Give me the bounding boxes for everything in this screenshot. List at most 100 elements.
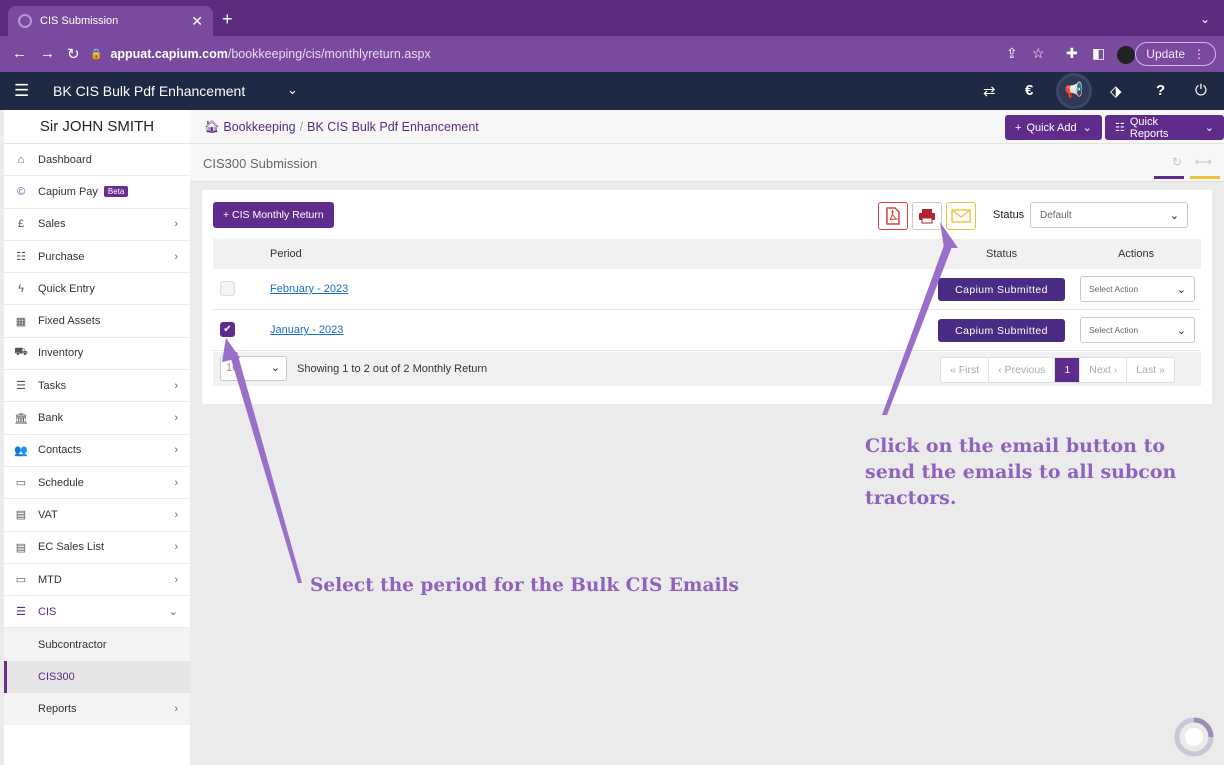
- chevron-right-icon: ›: [174, 573, 178, 586]
- list-icon: ☷: [1115, 122, 1125, 134]
- extensions-icon[interactable]: ✚: [1066, 45, 1078, 62]
- building-icon: ▦: [15, 315, 27, 328]
- side-panel-icon[interactable]: ◧: [1092, 45, 1105, 62]
- expand-icon[interactable]: ⟷: [1195, 155, 1212, 169]
- help-icon[interactable]: ?: [1156, 82, 1165, 99]
- switch-icon[interactable]: ⇄: [983, 82, 996, 100]
- row-checkbox[interactable]: [220, 281, 235, 296]
- browser-address-bar: ← → ↻ 🔒 appuat.capium.com/bookkeeping/ci…: [0, 36, 1224, 72]
- chevron-right-icon: ›: [174, 476, 178, 489]
- table-footer: 10 ⌄ Showing 1 to 2 out of 2 Monthly Ret…: [213, 352, 1201, 386]
- sidebar-item-label: Contacts: [38, 444, 82, 457]
- calendar-icon: ▭: [15, 477, 27, 490]
- tasks-icon: ☰: [16, 380, 26, 393]
- per-page-select[interactable]: 10 ⌄: [220, 356, 287, 381]
- megaphone-icon[interactable]: 📢: [1059, 76, 1089, 106]
- update-button[interactable]: Update ⋮: [1135, 42, 1216, 66]
- sidebar-item-cis[interactable]: ☰ CIS ⌄: [4, 596, 190, 629]
- reload-icon[interactable]: ↻: [67, 45, 80, 63]
- breadcrumb-separator: /: [299, 120, 304, 134]
- sidebar-item-sales[interactable]: £ Sales ›: [4, 209, 190, 241]
- back-icon[interactable]: ←: [12, 45, 27, 62]
- browser-tab[interactable]: CIS Submission ✕: [8, 6, 213, 36]
- company-name[interactable]: BK CIS Bulk Pdf Enhancement: [53, 83, 245, 99]
- pager-last[interactable]: Last »: [1127, 358, 1174, 382]
- pager-previous[interactable]: ‹ Previous: [989, 358, 1056, 382]
- print-button[interactable]: [912, 202, 942, 230]
- sidebar-item-bank[interactable]: 🏛 Bank ›: [4, 402, 190, 435]
- pager-first[interactable]: « First: [941, 358, 990, 382]
- refresh-icon[interactable]: ↻: [1172, 155, 1182, 169]
- envelope-icon: [951, 209, 971, 223]
- quick-add-button[interactable]: + Quick Add ⌄: [1005, 115, 1102, 140]
- sidebar-item-fixed-assets[interactable]: ▦ Fixed Assets: [4, 305, 190, 338]
- sidebar-item-schedule[interactable]: ▭ Schedule ›: [4, 467, 190, 500]
- status-filter-value: Default: [1040, 209, 1072, 221]
- sidebar-item-label: Reports: [38, 703, 77, 716]
- hamburger-menu-icon[interactable]: ☰: [14, 81, 29, 101]
- action-select-value: Select Action: [1089, 325, 1139, 335]
- sidebar-item-contacts[interactable]: 👥 Contacts ›: [4, 435, 190, 467]
- pager-next[interactable]: Next ›: [1080, 358, 1128, 382]
- sidebar-item-capium-pay[interactable]: © Capium Pay Beta: [4, 176, 190, 209]
- update-label: Update: [1146, 47, 1185, 61]
- sidebar-item-quick-entry[interactable]: ϟ Quick Entry: [4, 273, 190, 306]
- status-badge: Capium Submitted: [938, 319, 1065, 342]
- action-select[interactable]: Select Action ⌄: [1080, 276, 1195, 302]
- action-select[interactable]: Select Action ⌄: [1080, 317, 1195, 343]
- table-row: February - 2023 Capium Submitted Select …: [213, 269, 1201, 310]
- tab-close-icon[interactable]: ✕: [191, 13, 203, 30]
- profile-avatar[interactable]: [1117, 46, 1135, 64]
- quick-reports-button[interactable]: ☷ Quick Reports ⌄: [1105, 115, 1224, 140]
- email-button[interactable]: [946, 202, 976, 230]
- sidebar-item-label: Dashboard: [38, 153, 92, 166]
- status-filter-select[interactable]: Default ⌄: [1030, 202, 1188, 228]
- sidebar-item-label: VAT: [38, 508, 58, 521]
- sidebar-item-mtd[interactable]: ▭ MTD ›: [4, 564, 190, 597]
- url-field[interactable]: 🔒 appuat.capium.com/bookkeeping/cis/mont…: [90, 41, 1060, 67]
- pdf-button[interactable]: [878, 202, 908, 230]
- sidebar-item-purchase[interactable]: ☷ Purchase ›: [4, 241, 190, 274]
- sidebar-item-ec-sales-list[interactable]: ▤ EC Sales List ›: [4, 532, 190, 564]
- row-checkbox-checked[interactable]: ✔: [220, 322, 235, 337]
- email-annotation: Click on the email button to send the em…: [865, 435, 1177, 509]
- pagination: « First ‹ Previous 1 Next › Last »: [940, 357, 1175, 383]
- breadcrumb-current[interactable]: BK CIS Bulk Pdf Enhancement: [307, 120, 479, 134]
- sidebar-item-reports[interactable]: Reports ›: [4, 693, 190, 726]
- plus-icon: +: [1015, 121, 1022, 134]
- chevron-down-icon: ⌄: [1169, 209, 1179, 222]
- pdf-icon: [886, 207, 900, 225]
- bookmark-star-icon[interactable]: ☆: [1032, 45, 1045, 62]
- sidebar-item-dashboard[interactable]: ⌂ Dashboard: [4, 144, 190, 177]
- sidebar-item-cis300[interactable]: CIS300: [4, 660, 190, 694]
- new-tab-icon[interactable]: +: [222, 9, 233, 30]
- share-icon[interactable]: ⇪: [1006, 45, 1018, 62]
- chevron-down-icon: ⌄: [1082, 122, 1092, 134]
- app-header: ☰ BK CIS Bulk Pdf Enhancement ⌄ ⇄ € 📢 ⬗ …: [0, 72, 1224, 110]
- pager-page-current[interactable]: 1: [1055, 358, 1081, 382]
- url-path: /bookkeeping/cis/monthlyreturn.aspx: [227, 47, 431, 61]
- breadcrumb-root[interactable]: Bookkeeping: [223, 120, 295, 134]
- bolt-icon: ϟ: [18, 282, 24, 295]
- period-link[interactable]: January - 2023: [270, 324, 343, 336]
- add-cis-monthly-return-button[interactable]: + CIS Monthly Return: [213, 202, 334, 228]
- sidebar-item-vat[interactable]: ▤ VAT ›: [4, 499, 190, 532]
- chevron-right-icon: ›: [174, 541, 178, 554]
- capium-logo-icon[interactable]: €: [1025, 82, 1033, 99]
- chevron-down-icon[interactable]: ⌄: [287, 82, 298, 98]
- page-header: CIS300 Submission ↻ ⟷: [190, 144, 1224, 182]
- tab-search-chevron-icon[interactable]: ⌄: [1200, 12, 1210, 26]
- beta-badge: Beta: [103, 186, 129, 198]
- tag-icon[interactable]: ⬗: [1110, 82, 1122, 100]
- table-row: ✔ January - 2023 Capium Submitted Select…: [213, 310, 1201, 351]
- sidebar-item-inventory[interactable]: ⛟ Inventory: [4, 338, 190, 371]
- bank-icon: 🏛: [14, 412, 28, 425]
- sidebar-item-subcontractor[interactable]: Subcontractor: [4, 628, 190, 661]
- capium-chat-icon[interactable]: [1174, 717, 1214, 757]
- chevron-right-icon: ›: [174, 412, 178, 425]
- forward-icon[interactable]: →: [40, 45, 55, 62]
- sidebar-item-tasks[interactable]: ☰ Tasks ›: [4, 370, 190, 403]
- period-link[interactable]: February - 2023: [270, 283, 348, 295]
- power-icon[interactable]: ⏻: [1195, 82, 1207, 99]
- table-header: Period Status Actions: [213, 239, 1201, 269]
